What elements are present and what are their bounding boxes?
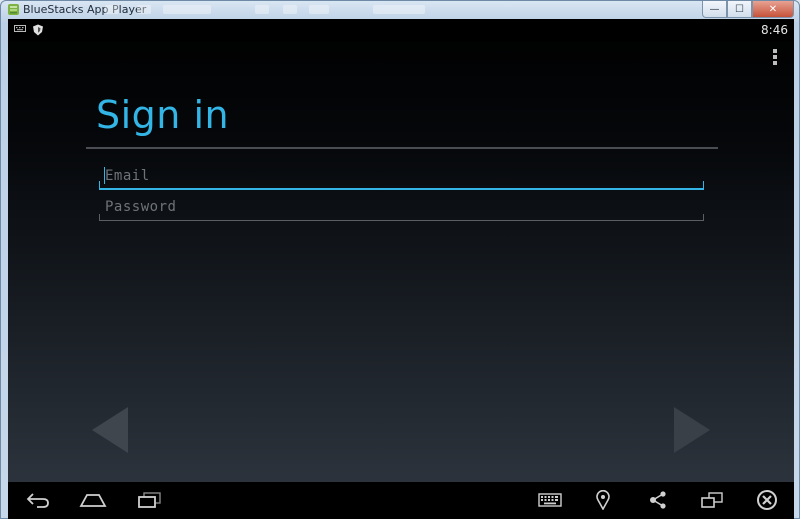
home-button[interactable] bbox=[73, 485, 113, 515]
recent-apps-icon bbox=[138, 492, 161, 508]
password-field[interactable]: Password bbox=[99, 195, 704, 221]
email-placeholder: Email bbox=[105, 168, 150, 184]
back-button[interactable] bbox=[18, 485, 58, 515]
close-app-icon bbox=[757, 490, 777, 510]
title-divider bbox=[86, 147, 718, 149]
screen-rotate-button[interactable] bbox=[692, 485, 732, 515]
bluestacks-shield-icon bbox=[33, 24, 43, 36]
page-title: Sign in bbox=[96, 93, 230, 137]
navigation-bar bbox=[8, 482, 794, 519]
keyboard-icon bbox=[538, 493, 562, 507]
android-screen: 8:46 Sign in Email Password bbox=[8, 19, 794, 482]
home-icon bbox=[79, 494, 107, 507]
share-icon bbox=[650, 491, 666, 509]
overflow-menu-icon[interactable] bbox=[772, 49, 778, 67]
minimize-icon: — bbox=[709, 3, 720, 15]
location-icon bbox=[596, 490, 610, 510]
close-window-button[interactable]: ✕ bbox=[752, 1, 794, 18]
close-icon: ✕ bbox=[768, 3, 778, 15]
screen-rotate-icon bbox=[701, 492, 723, 508]
email-field[interactable]: Email bbox=[99, 164, 704, 190]
previous-arrow-icon[interactable] bbox=[90, 405, 130, 455]
notification-icons bbox=[14, 24, 44, 36]
password-placeholder: Password bbox=[105, 199, 177, 215]
minimize-button[interactable]: — bbox=[702, 1, 727, 18]
status-bar: 8:46 bbox=[8, 19, 794, 41]
window-controls: — ☐ ✕ bbox=[702, 1, 794, 19]
status-clock: 8:46 bbox=[761, 23, 788, 37]
title-bar[interactable]: BlueStacks App Player — ☐ ✕ bbox=[1, 1, 799, 19]
keyboard-notification-icon bbox=[14, 25, 26, 32]
faded-toolbar bbox=[105, 4, 425, 16]
bluestacks-logo-icon bbox=[8, 4, 19, 15]
maximize-icon: ☐ bbox=[735, 3, 744, 15]
keyboard-button[interactable] bbox=[530, 485, 570, 515]
app-window: BlueStacks App Player — ☐ ✕ 8:46 Sign in… bbox=[0, 0, 800, 519]
back-icon bbox=[26, 493, 49, 508]
location-button[interactable] bbox=[583, 485, 623, 515]
close-app-button[interactable] bbox=[747, 485, 787, 515]
recent-apps-button[interactable] bbox=[129, 485, 169, 515]
maximize-button[interactable]: ☐ bbox=[727, 1, 752, 18]
next-arrow-icon[interactable] bbox=[672, 405, 712, 455]
share-button[interactable] bbox=[638, 485, 678, 515]
